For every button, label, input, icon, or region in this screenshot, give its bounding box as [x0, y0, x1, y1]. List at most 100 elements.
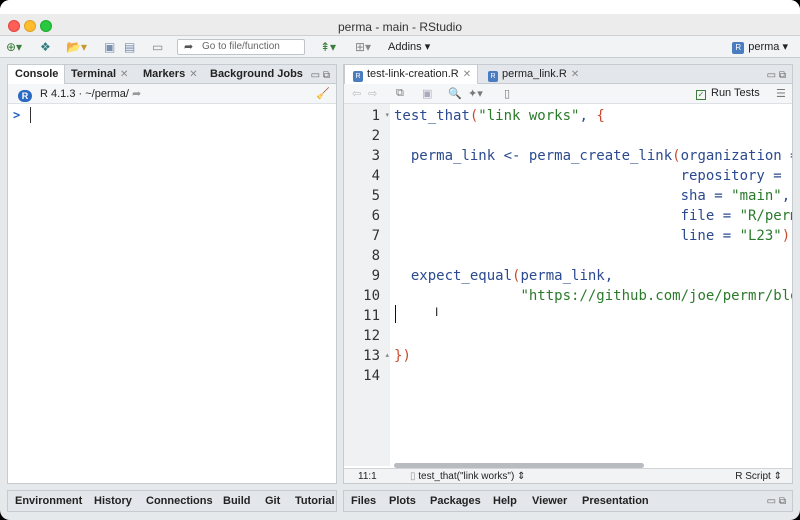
run-tests-icon: ✓: [696, 90, 706, 100]
fold-icon[interactable]: ▴: [385, 346, 389, 366]
line-number: 11: [363, 308, 380, 324]
editor-tabbar: Rtest-link-creation.R ✕ Rperma_link.R ✕ ▭ …: [344, 65, 792, 85]
tab-history[interactable]: History: [94, 491, 132, 511]
line-number: 12: [363, 328, 380, 344]
files-pane-tabbar: Files Plots Packages Help Viewer Present…: [343, 490, 793, 512]
code-line: expect_equal(perma_link,: [394, 268, 614, 284]
line-number: 3: [371, 148, 380, 164]
tab-tutorial[interactable]: Tutorial: [295, 491, 335, 511]
new-file-icon[interactable]: ⊕▾: [6, 39, 22, 55]
line-number-gutter: 1 ▾ 2 3 4 5 6 7 8 9 10 11 12 13 ▴ 14: [344, 104, 390, 466]
code-tools-icon[interactable]: ✦▾: [468, 87, 483, 100]
tab-terminal[interactable]: Terminal ✕: [71, 65, 128, 84]
editor-caret: [395, 305, 396, 323]
back-icon[interactable]: ⇦: [352, 87, 361, 100]
tab-console[interactable]: Console: [8, 65, 65, 85]
outline-icon[interactable]: ☰: [776, 87, 786, 100]
tab-background-jobs[interactable]: Background Jobs: [210, 65, 303, 84]
show-in-window-icon[interactable]: ⧉: [396, 87, 404, 100]
close-markers-icon[interactable]: ✕: [189, 69, 197, 80]
pane-window-controls-icon[interactable]: ▭ ⧉: [767, 496, 786, 507]
code-line: perma_link <- perma_create_link(organiza…: [394, 148, 793, 164]
tab-viewer[interactable]: Viewer: [532, 491, 567, 511]
tab-connections[interactable]: Connections: [146, 491, 213, 511]
console-caret[interactable]: [30, 107, 31, 123]
r-file-icon: R: [488, 71, 498, 82]
text-cursor-icon: I: [435, 305, 439, 319]
project-menu[interactable]: Rperma ▾: [732, 40, 788, 54]
line-number: 7: [371, 228, 380, 244]
pane-window-controls-icon[interactable]: ▭ ⧉: [767, 70, 786, 81]
forward-icon[interactable]: ⇨: [368, 87, 377, 100]
run-tests-label: Run Tests: [711, 87, 760, 99]
goto-placeholder: Go to file/function: [202, 41, 280, 52]
workspace-panes-icon[interactable]: ⊞▾: [355, 39, 371, 55]
console-info-bar: RR 4.1.3 · ~/perma/ ➦ 🧹: [8, 84, 336, 104]
save-all-icon[interactable]: ▤: [124, 39, 135, 55]
tab-perma-link[interactable]: Rperma_link.R ✕: [480, 65, 580, 85]
tab-presentation[interactable]: Presentation: [582, 491, 649, 511]
tab-build[interactable]: Build: [223, 491, 251, 511]
tab-files[interactable]: Files: [351, 491, 376, 511]
r-version: R 4.1.3: [40, 88, 76, 100]
r-logo-icon: R: [18, 90, 32, 102]
function-scope-label: test_that("link works"): [418, 471, 515, 482]
file-type-label: R Script: [735, 471, 771, 482]
code-line: "https://github.com/joe/permr/blo: [520, 288, 793, 304]
code-line: test_that("link works", {: [394, 108, 605, 124]
function-scope-menu[interactable]: ▯ test_that("link works") ⇕: [410, 469, 525, 483]
r-file-icon: R: [353, 71, 363, 82]
line-number: 6: [371, 208, 380, 224]
line-number: 8: [371, 248, 380, 264]
close-tab-icon[interactable]: ✕: [571, 69, 579, 80]
code-editor[interactable]: test_that("link works", { perma_link <- …: [394, 104, 793, 466]
compile-report-icon[interactable]: ▯: [504, 87, 510, 100]
addins-label: Addins: [388, 41, 422, 53]
open-file-icon[interactable]: 📂▾: [66, 39, 87, 55]
line-number: 10: [363, 288, 380, 304]
console-prompt: >: [13, 108, 21, 122]
project-label: perma: [748, 41, 780, 53]
tab-help[interactable]: Help: [493, 491, 517, 511]
line-number: 5: [371, 188, 380, 204]
tab-git[interactable]: Git: [265, 491, 280, 511]
clear-console-icon[interactable]: 🧹: [316, 84, 330, 104]
close-tab-icon[interactable]: ✕: [463, 69, 471, 80]
tab-markers[interactable]: Markers ✕: [143, 65, 198, 84]
tab-test-link-creation[interactable]: Rtest-link-creation.R ✕: [344, 65, 478, 85]
tab-plots[interactable]: Plots: [389, 491, 416, 511]
working-directory[interactable]: ~/perma/: [85, 88, 129, 100]
title-bar-edge: [0, 0, 800, 14]
window-title: perma - main - RStudio: [337, 20, 463, 34]
file-type-menu[interactable]: R Script ⇕: [735, 469, 782, 483]
environment-pane-tabbar: Environment History Connections Build Gi…: [7, 490, 337, 512]
tab-perma-link-label: perma_link.R: [502, 68, 567, 80]
line-number: 4: [371, 168, 380, 184]
pane-window-controls-icon[interactable]: ▭ ⧉: [311, 70, 330, 81]
tab-console-label: Console: [15, 68, 59, 80]
close-terminal-icon[interactable]: ✕: [120, 69, 128, 80]
tab-terminal-label: Terminal: [71, 68, 117, 80]
tab-environment[interactable]: Environment: [15, 491, 82, 511]
new-project-icon[interactable]: ❖: [40, 39, 51, 55]
vcs-icon[interactable]: ⇞▾: [320, 39, 336, 55]
main-toolbar: ⊕▾ ❖ 📂▾ ▣ ▤ ▭ ➦ Go to file/function ⇞▾ ⊞…: [0, 36, 800, 58]
run-tests-button[interactable]: ✓ Run Tests: [696, 87, 760, 100]
save-icon[interactable]: ▣: [104, 39, 115, 55]
line-number: 13: [363, 348, 380, 364]
console-pane: Console Terminal ✕ Markers ✕ Background Jo…: [7, 64, 337, 484]
line-number: 2: [371, 128, 380, 144]
cursor-position: 11:1: [358, 471, 377, 482]
goto-file-input[interactable]: ➦ Go to file/function: [177, 39, 305, 55]
find-icon[interactable]: 🔍: [448, 87, 462, 100]
code-line: repository = ": [394, 168, 792, 184]
save-file-icon[interactable]: ▣: [422, 87, 432, 100]
rstudio-window: perma - main - RStudio ⊕▾ ❖ 📂▾ ▣ ▤ ▭ ➦ G…: [0, 0, 800, 520]
code-line: sha = "main",: [394, 188, 791, 204]
addins-menu[interactable]: Addins ▾: [388, 40, 430, 53]
goto-dir-icon[interactable]: ➦: [132, 88, 141, 100]
fold-icon[interactable]: ▾: [385, 106, 389, 126]
tab-packages[interactable]: Packages: [430, 491, 481, 511]
project-icon: R: [732, 42, 745, 54]
print-icon[interactable]: ▭: [152, 39, 163, 55]
